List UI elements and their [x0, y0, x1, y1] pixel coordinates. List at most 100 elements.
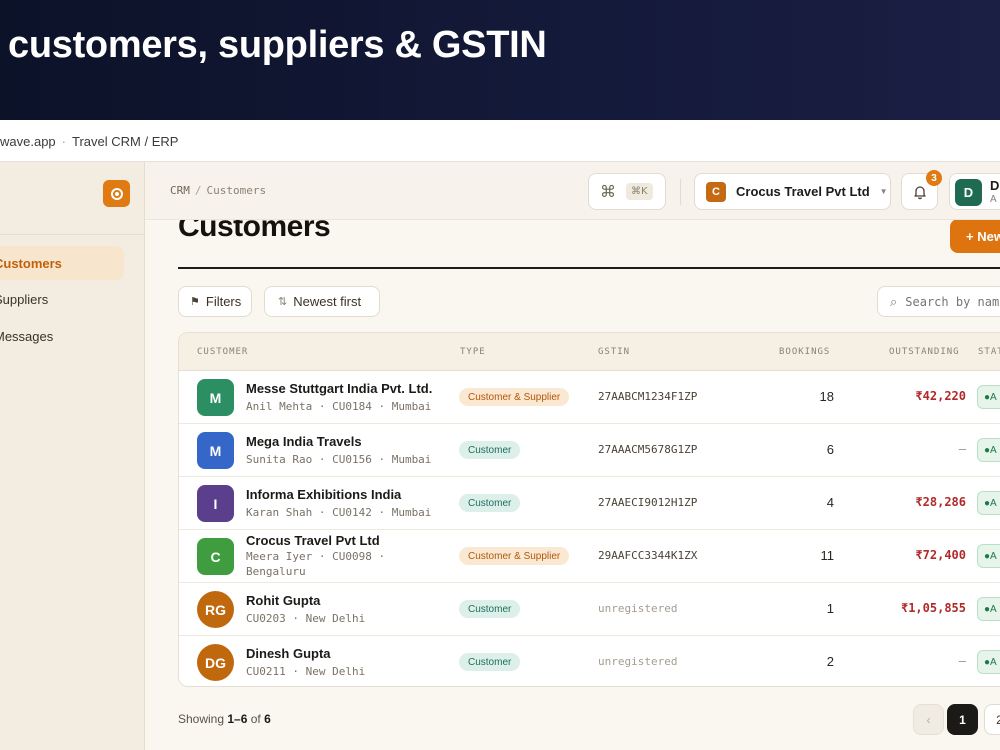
command-key-icon: ⌘: [600, 183, 616, 201]
sort-button[interactable]: ⇅ Newest first: [264, 286, 380, 317]
customer-name[interactable]: Crocus Travel Pvt Ltd: [246, 533, 380, 548]
status-text: A: [990, 656, 997, 668]
sort-label: Newest first: [293, 294, 362, 309]
customer-name[interactable]: Rohit Gupta: [246, 593, 320, 608]
outstanding-amount: ₹42,220: [915, 389, 966, 403]
avatar: M: [197, 432, 234, 469]
table-row[interactable]: RG Rohit Gupta CU0203 · New Delhi Custom…: [179, 583, 1000, 636]
status-badge: ● A: [977, 438, 1000, 462]
sidebar-item-messages[interactable]: Messages: [0, 319, 124, 353]
avatar: I: [197, 485, 234, 522]
notification-count-badge: 3: [926, 170, 942, 186]
title-divider: [178, 267, 1000, 269]
sidebar-item-suppliers[interactable]: Suppliers: [0, 282, 124, 316]
customer-name[interactable]: Informa Exhibitions India: [246, 487, 401, 502]
breadcrumb-separator: /: [194, 184, 202, 197]
command-palette-button[interactable]: ⌘ ⌘K: [588, 173, 666, 210]
previous-page-button[interactable]: ‹: [913, 704, 944, 735]
status-badge: ● A: [977, 385, 1000, 409]
type-badge: Customer: [459, 600, 521, 618]
gstin-value: unregistered: [598, 602, 678, 615]
chevron-down-icon: ▼: [879, 187, 888, 196]
app-logo-icon[interactable]: [103, 180, 130, 207]
status-badge: ● A: [977, 650, 1000, 674]
table-row[interactable]: C Crocus Travel Pvt Ltd Meera Iyer · CU0…: [179, 530, 1000, 583]
browser-address-bar[interactable]: wave.app · Travel CRM / ERP: [0, 120, 1000, 162]
flag-icon: ⚑: [190, 296, 200, 308]
user-menu[interactable]: D D A: [949, 173, 1000, 210]
company-badge: C: [706, 181, 726, 202]
gstin-value: 27AABCM1234F1ZP: [598, 390, 698, 403]
search-input[interactable]: [905, 294, 1000, 309]
sidebar-header: [0, 162, 145, 235]
banner-title: customers, suppliers & GSTIN: [8, 24, 547, 66]
avatar: DG: [197, 644, 234, 681]
table-row[interactable]: M Mega India Travels Sunita Rao · CU0156…: [179, 424, 1000, 477]
customer-meta: Karan Shah · CU0142 · Mumbai: [246, 506, 432, 519]
top-bar: CRM / Customers ⌘ ⌘K C Crocus Travel Pvt L…: [145, 162, 1000, 220]
avatar: M: [197, 379, 234, 416]
main-content: Customers + New CRM / Customers ⌘ ⌘K C Cro…: [145, 162, 1000, 750]
sidebar-item-label: Customers: [0, 255, 62, 271]
shortcut-hint: ⌘K: [626, 183, 653, 200]
type-badge: Customer: [459, 653, 521, 671]
bookings-count: 4: [826, 495, 834, 510]
page-1-button[interactable]: 1: [947, 704, 978, 735]
outstanding-amount: —: [958, 654, 966, 668]
status-badge: ● A: [977, 597, 1000, 621]
customer-name[interactable]: Mega India Travels: [246, 434, 362, 449]
bell-icon: [913, 185, 926, 199]
company-switcher[interactable]: C Crocus Travel Pvt Ltd ▼: [694, 173, 891, 210]
column-header-status[interactable]: STATUS: [978, 347, 1000, 357]
status-text: A: [990, 550, 997, 562]
sort-icon: ⇅: [278, 296, 288, 308]
new-customer-button[interactable]: + New: [950, 219, 1000, 253]
outstanding-amount: ₹28,286: [915, 495, 966, 509]
outstanding-amount: ₹72,400: [915, 548, 966, 562]
table-header: CUSTOMER TYPE GSTIN BOOKINGS OUTSTANDING…: [179, 333, 1000, 371]
sidebar-item-label: Messages: [0, 328, 54, 344]
filters-label: Filters: [205, 294, 242, 309]
customer-name[interactable]: Dinesh Gupta: [246, 646, 331, 661]
column-header-outstanding[interactable]: OUTSTANDING: [889, 347, 960, 357]
type-badge: Customer & Supplier: [459, 547, 570, 565]
table-row[interactable]: M Messe Stuttgart India Pvt. Ltd. Anil M…: [179, 371, 1000, 424]
user-role: A: [990, 194, 997, 205]
sidebar: Customers Suppliers Messages: [0, 162, 145, 750]
page-label: Travel CRM / ERP: [72, 134, 179, 149]
avatar: C: [197, 538, 234, 575]
column-header-gstin[interactable]: GSTIN: [598, 347, 630, 357]
address-text: wave.app · Travel CRM / ERP: [0, 134, 178, 149]
showing-prefix: Showing: [178, 712, 228, 726]
breadcrumb-crm[interactable]: CRM: [170, 184, 190, 197]
column-header-bookings[interactable]: BOOKINGS: [779, 347, 830, 357]
customer-meta: CU0203 · New Delhi: [246, 612, 366, 625]
table-row[interactable]: I Informa Exhibitions India Karan Shah ·…: [179, 477, 1000, 530]
type-badge: Customer: [459, 441, 521, 459]
showing-of: of: [247, 712, 265, 726]
outstanding-amount: —: [958, 442, 966, 456]
sidebar-item-customers[interactable]: Customers: [0, 246, 124, 280]
status-text: A: [990, 391, 997, 403]
user-name: D: [990, 178, 1000, 193]
bookings-count: 18: [819, 389, 834, 404]
search-box[interactable]: ⌕: [877, 286, 1000, 317]
page-2-button[interactable]: 2: [984, 704, 1000, 735]
bookings-count: 11: [820, 548, 835, 563]
breadcrumb-customers: Customers: [206, 184, 267, 197]
column-header-type[interactable]: TYPE: [460, 347, 486, 357]
filters-button[interactable]: ⚑ Filters: [178, 286, 252, 317]
url-separator: ·: [61, 134, 66, 149]
status-badge: ● A: [977, 491, 1000, 515]
customers-table: CUSTOMER TYPE GSTIN BOOKINGS OUTSTANDING…: [178, 332, 1000, 687]
column-header-customer[interactable]: CUSTOMER: [197, 347, 248, 357]
customer-name[interactable]: Messe Stuttgart India Pvt. Ltd.: [246, 381, 432, 396]
bookings-count: 2: [826, 654, 834, 669]
search-icon: ⌕: [890, 293, 898, 309]
app-window: Customers Suppliers Messages Customers +…: [0, 162, 1000, 750]
table-row[interactable]: DG Dinesh Gupta CU0211 · New Delhi Custo…: [179, 636, 1000, 686]
status-text: A: [990, 497, 997, 509]
type-badge: Customer & Supplier: [459, 388, 570, 406]
avatar: D: [955, 179, 982, 206]
outstanding-amount: ₹1,05,855: [900, 601, 966, 615]
